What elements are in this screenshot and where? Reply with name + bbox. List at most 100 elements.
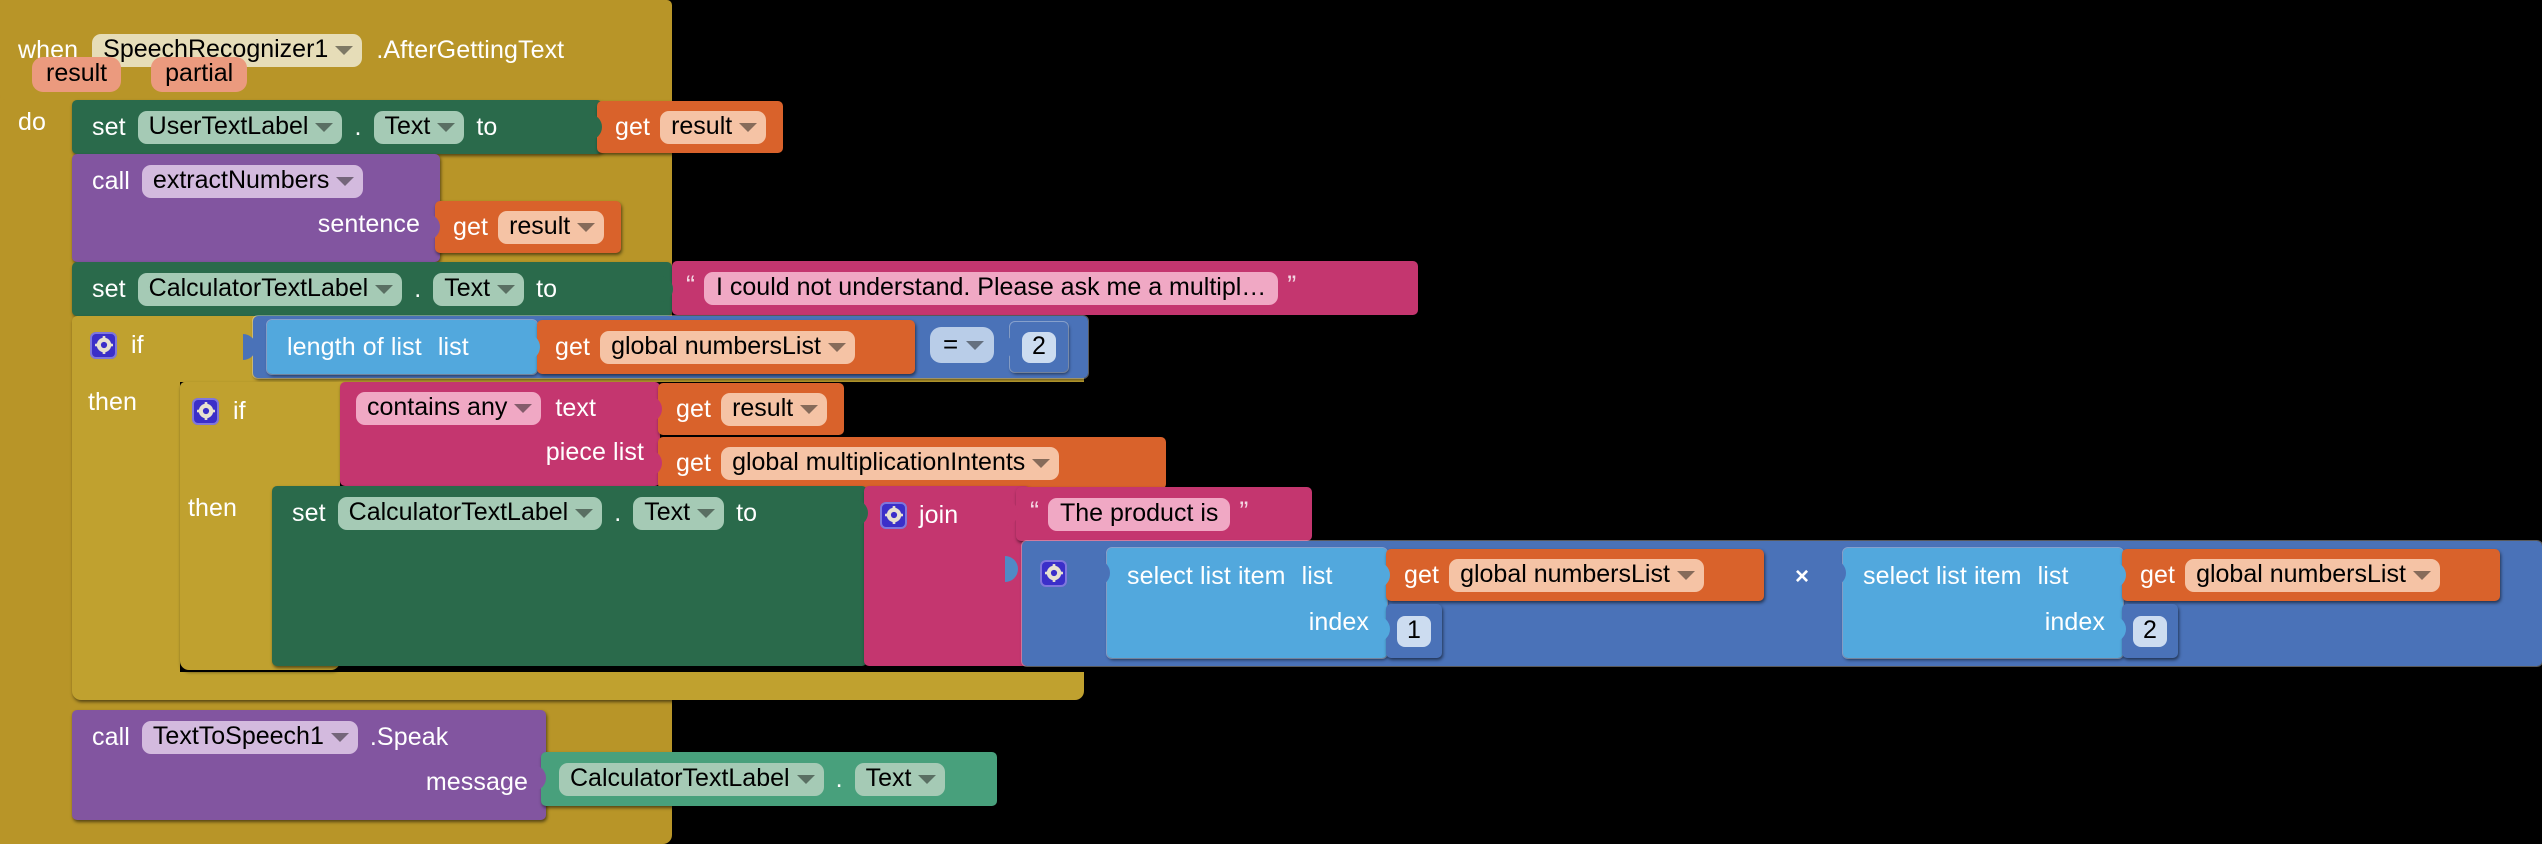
join-header: join bbox=[880, 490, 958, 540]
variable-dropdown-global-numberslist[interactable]: global numbersList bbox=[2185, 558, 2440, 592]
property-dropdown-text[interactable]: Text bbox=[433, 272, 525, 306]
chevron-down-icon[interactable] bbox=[335, 45, 354, 55]
property-dropdown-text[interactable]: Text bbox=[373, 110, 465, 144]
chevron-down-icon[interactable] bbox=[918, 774, 937, 784]
multiply-mutator bbox=[1040, 552, 1067, 594]
get-result-block-3[interactable]: get result bbox=[658, 383, 844, 435]
set-label: set bbox=[292, 498, 326, 527]
event-param-partial[interactable]: partial bbox=[151, 57, 248, 92]
chevron-down-icon[interactable] bbox=[577, 222, 596, 232]
length-of-list-block[interactable]: length of list list bbox=[266, 319, 538, 375]
outer-then-label-wrap: then bbox=[88, 390, 137, 415]
property-dropdown-text[interactable]: Text bbox=[854, 762, 946, 796]
chevron-down-icon[interactable] bbox=[514, 403, 533, 413]
set-calculatortextlabel-default-block[interactable]: set CalculatorTextLabel . Text to bbox=[72, 262, 672, 316]
number-value-field[interactable]: 2 bbox=[2133, 615, 2167, 647]
dot-separator: . bbox=[354, 112, 362, 141]
number-block-index-2[interactable]: 2 bbox=[2122, 604, 2178, 658]
get-global-numberslist-block-1[interactable]: get global numbersList bbox=[537, 320, 915, 374]
index-socket-label: index bbox=[1308, 608, 1369, 636]
number-value-field[interactable]: 1 bbox=[1397, 615, 1431, 647]
index-socket-label: index bbox=[2044, 608, 2105, 636]
blocks-workspace[interactable]: when SpeechRecognizer1 .AfterGettingText… bbox=[0, 0, 2542, 844]
get-result-block-1[interactable]: get result bbox=[597, 101, 783, 153]
chevron-down-icon[interactable] bbox=[697, 508, 716, 518]
length-of-list-label: length of list bbox=[287, 332, 422, 361]
text-value-field[interactable]: The product is bbox=[1048, 497, 1231, 531]
call-extractnumbers-block[interactable]: call extractNumbers sentence bbox=[72, 154, 440, 262]
chevron-down-icon[interactable] bbox=[437, 122, 456, 132]
equals-operator-wrap: = bbox=[930, 327, 995, 363]
text-string-block-the-product-is[interactable]: “ The product is ” bbox=[1016, 487, 1312, 541]
chevron-down-icon[interactable] bbox=[796, 774, 815, 784]
do-label-wrap: do bbox=[18, 110, 46, 135]
variable-dropdown-global-multiplicationintents[interactable]: global multiplicationIntents bbox=[721, 446, 1060, 480]
chevron-down-icon[interactable] bbox=[1676, 570, 1695, 580]
set-calculatortextlabel-product-block[interactable]: set CalculatorTextLabel . Text to bbox=[272, 486, 867, 666]
dot-separator: . bbox=[614, 498, 622, 527]
variable-dropdown-result[interactable]: result bbox=[721, 392, 828, 426]
chevron-down-icon[interactable] bbox=[739, 122, 758, 132]
call-texttospeech-speak-block[interactable]: call TextToSpeech1 .Speak message bbox=[72, 710, 546, 820]
set-label: set bbox=[92, 274, 126, 303]
then-label: then bbox=[188, 494, 238, 522]
get-global-numberslist-block-2[interactable]: get global numbersList bbox=[1386, 549, 1764, 601]
argument-label-sentence: sentence bbox=[317, 210, 420, 238]
number-block-index-1[interactable]: 1 bbox=[1386, 604, 1442, 658]
outer-if-header: if bbox=[90, 320, 144, 370]
component-dropdown-texttospeech1[interactable]: TextToSpeech1 bbox=[141, 720, 358, 754]
number-value-field[interactable]: 2 bbox=[1022, 331, 1056, 363]
component-dropdown-usertextlabel[interactable]: UserTextLabel bbox=[137, 110, 343, 144]
chevron-down-icon[interactable] bbox=[315, 122, 334, 132]
gear-icon[interactable] bbox=[880, 501, 907, 529]
gear-icon[interactable] bbox=[90, 331, 117, 359]
variable-dropdown-global-numberslist[interactable]: global numbersList bbox=[600, 330, 855, 364]
method-name-label: .Speak bbox=[369, 722, 449, 751]
set-usertextlabel-text-block[interactable]: set UserTextLabel . Text to bbox=[72, 100, 602, 154]
gear-icon[interactable] bbox=[192, 397, 219, 425]
variable-dropdown-result[interactable]: result bbox=[660, 110, 767, 144]
get-global-multiplicationintents-block[interactable]: get global multiplicationIntents bbox=[658, 437, 1166, 489]
select-list-item-block-1[interactable]: select list item list index bbox=[1106, 547, 1388, 659]
to-label: to bbox=[476, 112, 498, 141]
get-label: get bbox=[2140, 560, 2176, 589]
inner-if-header: if bbox=[192, 386, 246, 436]
chevron-down-icon[interactable] bbox=[497, 284, 516, 294]
chevron-down-icon[interactable] bbox=[966, 340, 985, 350]
component-dropdown-calculatortextlabel[interactable]: CalculatorTextLabel bbox=[137, 272, 403, 306]
contains-any-text-block[interactable]: contains any text piece list bbox=[340, 382, 660, 486]
get-global-numberslist-block-3[interactable]: get global numbersList bbox=[2122, 549, 2500, 601]
get-result-block-2[interactable]: get result bbox=[435, 201, 621, 253]
number-block-2[interactable]: 2 bbox=[1009, 321, 1069, 373]
chevron-down-icon[interactable] bbox=[375, 284, 394, 294]
to-label: to bbox=[736, 498, 758, 527]
do-label: do bbox=[18, 108, 47, 136]
contains-mode-dropdown[interactable]: contains any bbox=[356, 391, 542, 425]
chevron-down-icon[interactable] bbox=[575, 508, 594, 518]
operator-dropdown-equals[interactable]: = bbox=[930, 327, 995, 363]
component-dropdown-calculatortextlabel[interactable]: CalculatorTextLabel bbox=[559, 762, 824, 796]
if-label: if bbox=[131, 330, 144, 359]
chevron-down-icon[interactable] bbox=[1032, 458, 1051, 468]
variable-dropdown-global-numberslist[interactable]: global numbersList bbox=[1449, 558, 1704, 592]
chevron-down-icon[interactable] bbox=[336, 176, 355, 186]
text-string-block-cannot-understand[interactable]: “ I could not understand. Please ask me … bbox=[672, 261, 1418, 315]
getter-calculatortextlabel-text-block[interactable]: CalculatorTextLabel . Text bbox=[541, 752, 997, 806]
select-list-item-block-2[interactable]: select list item list index bbox=[1842, 547, 2124, 659]
inner-then-label-wrap: then bbox=[188, 496, 237, 521]
property-dropdown-text[interactable]: Text bbox=[633, 496, 725, 530]
close-quote: ” bbox=[1239, 495, 1249, 526]
chevron-down-icon[interactable] bbox=[827, 342, 846, 352]
component-dropdown-calculatortextlabel[interactable]: CalculatorTextLabel bbox=[337, 496, 603, 530]
variable-dropdown-result[interactable]: result bbox=[498, 210, 605, 244]
select-list-item-label: select list item bbox=[1127, 561, 1286, 590]
get-label: get bbox=[615, 112, 651, 141]
gear-icon[interactable] bbox=[1040, 559, 1067, 587]
chevron-down-icon[interactable] bbox=[330, 732, 349, 742]
event-param-result[interactable]: result bbox=[32, 57, 122, 92]
procedure-dropdown-extractnumbers[interactable]: extractNumbers bbox=[141, 164, 364, 198]
text-value-field[interactable]: I could not understand. Please ask me a … bbox=[704, 271, 1279, 305]
chevron-down-icon[interactable] bbox=[2412, 570, 2431, 580]
event-name-label: .AfterGettingText bbox=[376, 35, 565, 64]
chevron-down-icon[interactable] bbox=[800, 404, 819, 414]
